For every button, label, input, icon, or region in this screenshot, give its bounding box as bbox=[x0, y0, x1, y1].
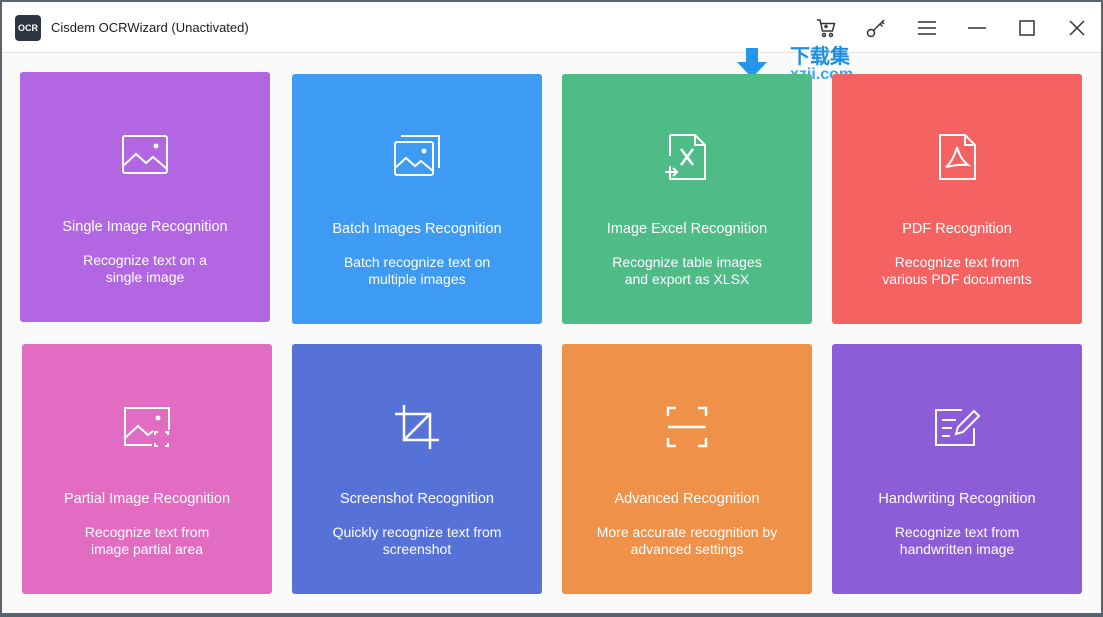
card-title: PDF Recognition bbox=[902, 221, 1012, 237]
close-button[interactable] bbox=[1061, 12, 1093, 44]
card-title: Batch Images Recognition bbox=[332, 221, 502, 237]
card-description: Recognize table images and export as XLSX bbox=[612, 254, 762, 287]
card-pdf-recognition[interactable]: PDF Recognition Recognize text from vario… bbox=[832, 74, 1082, 324]
card-title: Advanced Recognition bbox=[614, 491, 760, 507]
card-image-excel-recognition[interactable]: Image Excel Recognition Recognize table … bbox=[562, 74, 812, 324]
menu-button[interactable] bbox=[911, 12, 943, 44]
watermark-cn-text: 下载集 bbox=[790, 46, 850, 68]
title-bar: OCR Cisdem OCRWizard (Unactivated) bbox=[2, 2, 1101, 53]
activate-key-button[interactable] bbox=[860, 12, 892, 44]
app-window: OCR Cisdem OCRWizard (Unactivated) 下载集 x… bbox=[2, 2, 1101, 613]
pdf-file-icon bbox=[939, 134, 976, 180]
maximize-button[interactable] bbox=[1011, 12, 1043, 44]
menu-icon bbox=[918, 21, 936, 35]
card-partial-image-recognition[interactable]: Partial Image Recognition Recognize text… bbox=[22, 344, 272, 594]
card-single-image-recognition[interactable]: Single Image Recognition Recognize text … bbox=[20, 72, 270, 322]
card-handwriting-recognition[interactable]: Handwriting Recognition Recognize text f… bbox=[832, 344, 1082, 594]
scan-frame-icon bbox=[666, 406, 708, 448]
partial-image-icon bbox=[124, 407, 170, 447]
card-title: Screenshot Recognition bbox=[340, 491, 494, 507]
card-description: Recognize text from image partial area bbox=[84, 524, 210, 557]
card-description: Batch recognize text on multiple images bbox=[343, 254, 491, 287]
card-batch-images-recognition[interactable]: Batch Images Recognition Batch recognize… bbox=[292, 74, 542, 324]
cart-icon bbox=[817, 19, 836, 38]
card-screenshot-recognition[interactable]: Screenshot Recognition Quickly recognize… bbox=[292, 344, 542, 594]
key-icon bbox=[866, 19, 885, 38]
app-logo: OCR bbox=[15, 15, 41, 41]
minimize-button[interactable] bbox=[961, 12, 993, 44]
close-icon bbox=[1069, 20, 1085, 36]
card-title: Partial Image Recognition bbox=[63, 491, 231, 507]
card-advanced-recognition[interactable]: Advanced Recognition More accurate recog… bbox=[562, 344, 812, 594]
image-icon bbox=[122, 135, 168, 174]
card-title: Single Image Recognition bbox=[62, 219, 228, 235]
card-description: Recognize text on a single image bbox=[83, 252, 207, 285]
card-description: Quickly recognize text from screenshot bbox=[332, 524, 502, 557]
excel-file-icon bbox=[665, 134, 706, 180]
handwriting-icon bbox=[935, 409, 981, 446]
card-description: More accurate recognition by advanced set… bbox=[596, 524, 778, 557]
card-description: Recognize text from handwritten image bbox=[894, 524, 1020, 557]
minimize-icon bbox=[968, 27, 986, 29]
card-title: Handwriting Recognition bbox=[878, 491, 1036, 507]
images-stack-icon bbox=[394, 135, 440, 176]
crop-icon bbox=[395, 405, 439, 449]
card-description: Recognize text from various PDF documents bbox=[882, 254, 1032, 287]
card-title: Image Excel Recognition bbox=[606, 221, 768, 237]
window-title: Cisdem OCRWizard (Unactivated) bbox=[51, 20, 249, 35]
maximize-icon bbox=[1019, 20, 1035, 36]
